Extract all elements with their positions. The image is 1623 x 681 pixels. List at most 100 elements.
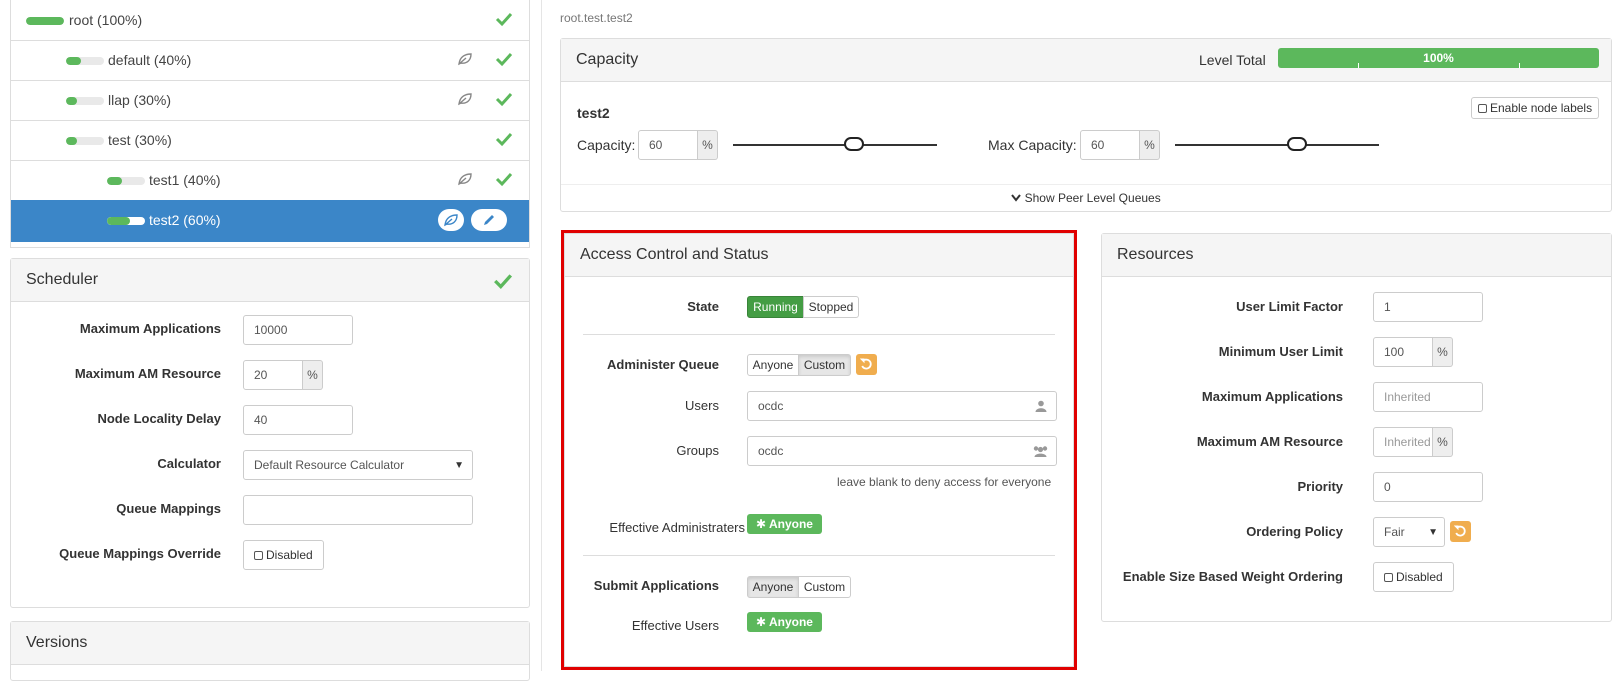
undo-icon — [1454, 525, 1466, 537]
effective-admins-badge: ✱ Anyone — [747, 514, 822, 534]
state-label: State — [687, 299, 719, 314]
priority-input[interactable]: 0 — [1373, 472, 1483, 502]
administer-reset-button[interactable] — [856, 354, 877, 375]
users-input[interactable]: ocdc — [747, 391, 1057, 421]
effective-users-label: Effective Users — [631, 618, 719, 633]
ordering-policy-value: Fair — [1384, 525, 1405, 539]
ordering-reset-button[interactable] — [1450, 521, 1471, 542]
capacity-slider-thumb[interactable] — [844, 137, 864, 151]
max-am-input[interactable]: 20 — [243, 360, 303, 390]
submit-apps-label: Submit Applications — [593, 578, 719, 593]
leaf-icon — [458, 93, 472, 106]
checkbox-icon — [254, 551, 263, 560]
leaf-toggle-button[interactable] — [438, 209, 464, 231]
queue-mappings-override-toggle[interactable]: Disabled — [243, 540, 324, 570]
queue-usage-bar — [107, 177, 145, 185]
max-capacity-label: Max Capacity: — [988, 137, 1077, 153]
asterisk-icon: ✱ — [756, 615, 767, 629]
versions-header[interactable]: Versions — [11, 622, 529, 665]
groups-input[interactable]: ocdc — [747, 436, 1057, 466]
queue-mappings-override-label: Queue Mappings Override — [59, 546, 221, 561]
max-capacity-slider-track[interactable] — [1175, 144, 1379, 146]
max-capacity-slider-thumb[interactable] — [1287, 137, 1307, 151]
users-icon — [1033, 446, 1048, 457]
size-weight-toggle[interactable]: Disabled — [1373, 562, 1454, 592]
node-locality-input[interactable]: 40 — [243, 405, 353, 435]
toggle-label: Disabled — [1396, 570, 1443, 584]
size-weight-label: Enable Size Based Weight Ordering — [1122, 569, 1343, 584]
queue-usage-bar — [66, 97, 104, 105]
percent-addon: % — [303, 360, 323, 390]
checkbox-icon — [1478, 104, 1487, 113]
queue-row-test2[interactable]: test2 (60%) — [11, 200, 529, 242]
undo-icon — [860, 358, 872, 370]
access-hint: leave blank to deny access for everyone — [837, 475, 1052, 489]
max-am-label: Maximum AM Resource — [74, 366, 221, 381]
enable-node-labels-toggle[interactable]: Enable node labels — [1471, 97, 1600, 119]
access-control-panel: Access Control and Status State Running … — [564, 233, 1074, 667]
leaf-icon — [444, 214, 458, 227]
check-icon — [495, 132, 513, 147]
queue-name: test2 — [577, 105, 610, 121]
queue-label: test1 (40%) — [149, 172, 221, 188]
res-max-apps-input[interactable]: Inherited — [1373, 382, 1483, 412]
state-stopped-button[interactable]: Stopped — [803, 296, 859, 318]
queue-label: llap (30%) — [108, 92, 172, 108]
administer-anyone-button[interactable]: Anyone — [747, 354, 799, 376]
queue-usage-bar — [26, 17, 64, 25]
resources-header: Resources — [1102, 234, 1611, 277]
queue-mappings-input[interactable] — [243, 495, 473, 525]
check-icon — [495, 172, 513, 187]
queue-row-test1[interactable]: test1 (40%) — [11, 160, 529, 201]
caret-down-icon: ▼ — [1428, 527, 1438, 538]
leaf-icon — [458, 53, 472, 66]
check-icon — [494, 274, 513, 289]
calculator-select[interactable]: Default Resource Calculator ▼ — [243, 450, 473, 480]
percent-addon: % — [698, 130, 718, 160]
toggle-label: Disabled — [266, 548, 313, 562]
user-limit-factor-input[interactable]: 1 — [1373, 292, 1483, 322]
effective-users-value: Anyone — [768, 615, 813, 629]
max-apps-input[interactable]: 10000 — [243, 315, 353, 345]
ordering-policy-select[interactable]: Fair ▼ — [1373, 517, 1445, 547]
leaf-icon — [458, 173, 472, 186]
min-user-limit-label: Minimum User Limit — [1218, 344, 1343, 359]
level-total-bar: 100% — [1278, 48, 1599, 68]
show-peer-level-queues-link[interactable]: Show Peer Level Queues — [561, 191, 1611, 205]
capacity-label: Capacity: — [577, 137, 636, 153]
capacity-title: Capacity — [576, 51, 639, 68]
divider — [561, 184, 1611, 185]
state-running-button[interactable]: Running — [747, 296, 804, 318]
level-total-value: 100% — [1423, 51, 1454, 65]
capacity-header: Capacity Level Total 100% — [561, 39, 1611, 82]
users-label: Users — [685, 398, 719, 413]
scheduler-panel: Scheduler Maximum Applications 10000 Max… — [10, 258, 530, 608]
max-apps-label: Maximum Applications — [79, 321, 221, 336]
versions-title: Versions — [26, 634, 88, 651]
edit-queue-button[interactable] — [471, 209, 507, 231]
priority-label: Priority — [1297, 479, 1343, 494]
capacity-slider-track[interactable] — [733, 144, 937, 146]
queue-row-test[interactable]: test (30%) — [11, 120, 529, 161]
capacity-input[interactable]: 60 — [638, 130, 698, 160]
queue-row-root[interactable]: root (100%) — [11, 0, 529, 41]
min-user-limit-input[interactable]: 100 — [1373, 337, 1433, 367]
res-max-am-label: Maximum AM Resource — [1196, 434, 1343, 449]
check-icon — [495, 52, 513, 67]
submit-custom-button[interactable]: Custom — [798, 576, 851, 598]
max-capacity-input[interactable]: 60 — [1080, 130, 1140, 160]
groups-value: ocdc — [758, 444, 784, 458]
submit-anyone-button[interactable]: Anyone — [747, 576, 799, 598]
effective-users-badge: ✱ Anyone — [747, 612, 822, 632]
show-peer-label: Show Peer Level Queues — [1024, 191, 1161, 205]
divider — [583, 334, 1055, 335]
queue-row-llap[interactable]: llap (30%) — [11, 80, 529, 121]
res-max-apps-label: Maximum Applications — [1201, 389, 1343, 404]
res-max-am-input[interactable]: Inherited — [1373, 427, 1433, 457]
administer-custom-button[interactable]: Custom — [798, 354, 851, 376]
access-title: Access Control and Status — [580, 246, 769, 263]
asterisk-icon: ✱ — [756, 517, 767, 531]
level-total-label: Level Total — [1199, 52, 1266, 68]
groups-label: Groups — [676, 443, 719, 458]
queue-row-default[interactable]: default (40%) — [11, 40, 529, 81]
